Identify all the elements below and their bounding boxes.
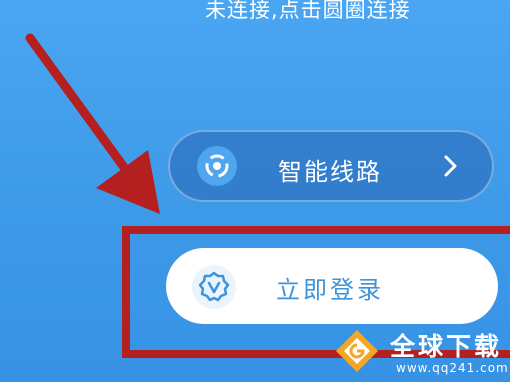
watermark-logo-icon [336, 330, 378, 372]
watermark-url: www.qq241.com [396, 361, 509, 375]
swirl-route-icon [197, 146, 237, 186]
site-watermark: 全球下载 www.qq241.com [334, 324, 510, 380]
watermark-title: 全球下载 [390, 332, 503, 361]
smart-route-label: 智能线路 [278, 158, 382, 186]
smart-route-button[interactable]: 智能线路 [168, 130, 494, 202]
chevron-right-icon [444, 155, 457, 177]
connection-status-text: 未连接,点击圆圈连接 [205, 0, 411, 22]
